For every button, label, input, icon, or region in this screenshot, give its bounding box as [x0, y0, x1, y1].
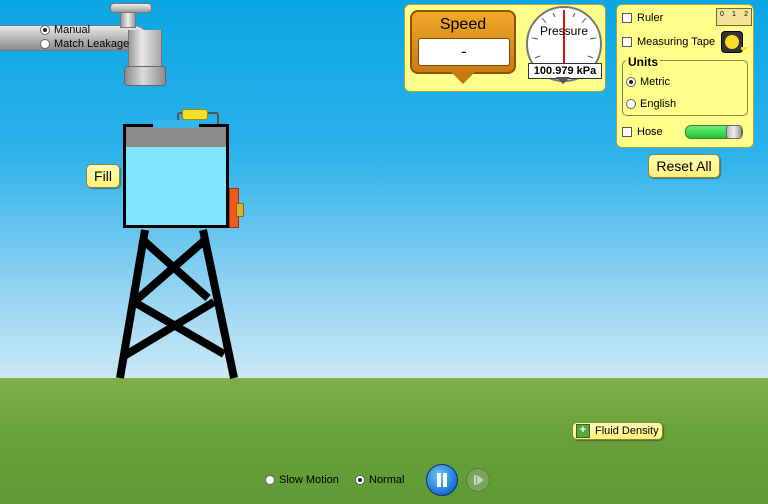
faucet-mode-manual[interactable]: Manual: [40, 24, 129, 36]
measuring-tape-label: Measuring Tape: [637, 36, 716, 48]
slow-motion-option[interactable]: Slow Motion: [265, 474, 339, 486]
ruler-icon[interactable]: 0 1 2: [716, 8, 752, 26]
measuring-tape-icon[interactable]: [721, 31, 747, 53]
fluid-density-button[interactable]: + Fluid Density: [572, 422, 663, 440]
radio-icon[interactable]: [355, 475, 365, 485]
hose-checkbox[interactable]: [622, 127, 632, 137]
units-metric-option[interactable]: Metric: [626, 76, 670, 88]
step-button[interactable]: [466, 468, 490, 492]
pause-icon: [437, 473, 441, 487]
faucet-mode-match-leakage-label: Match Leakage: [54, 38, 130, 50]
radio-icon[interactable]: [40, 39, 50, 49]
speedometer-pointer: [451, 72, 475, 84]
ruler-tick-label: 0: [720, 11, 724, 18]
hose-label: Hose: [637, 126, 663, 138]
units-english-label: English: [640, 98, 677, 110]
spigot-knob[interactable]: [236, 203, 244, 217]
fill-button[interactable]: Fill: [86, 164, 120, 188]
ruler-label: Ruler: [637, 12, 664, 24]
radio-icon[interactable]: [40, 25, 50, 35]
step-icon: [474, 475, 476, 485]
radio-icon[interactable]: [626, 77, 636, 87]
tower-legs: [116, 229, 238, 379]
faucet-mode-match-leakage[interactable]: Match Leakage: [40, 38, 129, 50]
hose-checkbox-row[interactable]: Hose: [622, 126, 663, 138]
faucet-mode-group: Manual Match Leakage: [40, 24, 129, 50]
tank-opening: [153, 120, 199, 128]
ruler-tick-label: 2: [744, 11, 748, 18]
hose-slider-knob[interactable]: [726, 125, 742, 139]
faucet-valve-handle[interactable]: [110, 3, 152, 13]
radio-icon[interactable]: [626, 99, 636, 109]
radio-icon[interactable]: [265, 475, 275, 485]
faucet-spout: [124, 66, 166, 86]
ruler-checkbox-row[interactable]: Ruler: [622, 12, 663, 24]
units-english-option[interactable]: English: [626, 98, 676, 110]
normal-speed-label: Normal: [369, 474, 405, 486]
pressure-gauge-pointer: [556, 77, 570, 84]
tank-air-space: [126, 127, 226, 147]
plus-icon[interactable]: +: [576, 424, 590, 438]
hose-slider[interactable]: [685, 125, 743, 139]
faucet-mode-manual-label: Manual: [54, 24, 91, 36]
reset-all-button[interactable]: Reset All: [648, 154, 720, 178]
fluid-density-label: Fluid Density: [595, 425, 659, 437]
pause-button[interactable]: [426, 464, 458, 496]
units-metric-label: Metric: [640, 76, 670, 88]
ruler-checkbox[interactable]: [622, 13, 632, 23]
measuring-tape-checkbox-row[interactable]: Measuring Tape: [622, 36, 715, 48]
ruler-tick-label: 1: [732, 11, 736, 18]
slow-motion-label: Slow Motion: [279, 474, 339, 486]
normal-speed-option[interactable]: Normal: [355, 474, 404, 486]
tank-handle-grip[interactable]: [182, 109, 208, 120]
measuring-tape-checkbox[interactable]: [622, 37, 632, 47]
pressure-title: Pressure: [539, 24, 589, 38]
speed-value: -: [418, 38, 510, 66]
speed-title: Speed: [439, 16, 487, 33]
units-title: Units: [626, 55, 660, 69]
